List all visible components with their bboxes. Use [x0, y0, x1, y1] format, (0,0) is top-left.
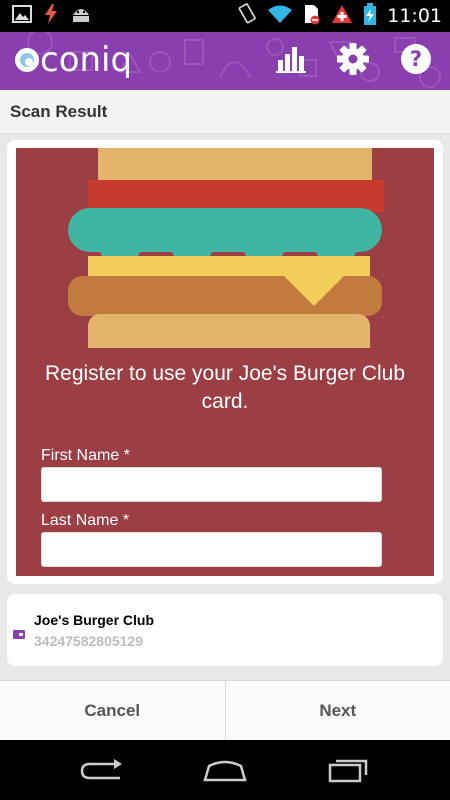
- image-icon: [12, 4, 32, 28]
- last-name-label: Last Name *: [41, 512, 130, 529]
- help-icon[interactable]: ?: [400, 43, 432, 80]
- action-bar: Cancel Next: [0, 680, 450, 740]
- page-title: Scan Result: [10, 102, 108, 121]
- gear-icon[interactable]: [336, 42, 370, 81]
- loyalty-card-summary: Joe's Burger Club 34247582805129: [7, 594, 443, 666]
- promo-panel: Register to use your Joe's Burger Club c…: [16, 148, 434, 576]
- register-message: Register to use your Joe's Burger Club c…: [44, 362, 405, 413]
- card-number: 34247582805129: [34, 633, 144, 649]
- stats-icon[interactable]: [276, 44, 306, 79]
- last-name-field[interactable]: [41, 532, 382, 567]
- cancel-button[interactable]: Cancel: [0, 681, 225, 740]
- card-name: Joe's Burger Club: [34, 612, 155, 628]
- logo-text: coniq: [40, 40, 133, 80]
- section-header: Scan Result: [0, 90, 450, 134]
- swiss-flag-icon: [331, 4, 353, 29]
- coniq-logo: coniq: [14, 40, 132, 80]
- next-button[interactable]: Next: [224, 681, 450, 740]
- status-time: 11:01: [387, 5, 442, 27]
- system-nav-bar: [0, 740, 450, 800]
- battery-charging-icon: [363, 2, 377, 30]
- wifi-icon: [267, 4, 293, 29]
- first-name-field[interactable]: [41, 467, 382, 502]
- recents-icon[interactable]: [318, 750, 378, 790]
- app-bar: coniq ?: [0, 32, 450, 90]
- sim-blocked-icon: [303, 3, 321, 30]
- status-bar: 11:01: [0, 0, 450, 32]
- card-icon: [13, 626, 25, 644]
- back-icon[interactable]: [72, 750, 132, 790]
- first-name-label: First Name *: [41, 447, 130, 464]
- burger-illustration: [68, 148, 384, 348]
- svg-text:?: ?: [410, 47, 422, 71]
- flash-icon: [44, 3, 58, 29]
- android-icon: [70, 5, 92, 28]
- vibrate-icon: [237, 2, 257, 30]
- home-icon[interactable]: [195, 750, 255, 790]
- logo-mark-icon: [15, 48, 39, 72]
